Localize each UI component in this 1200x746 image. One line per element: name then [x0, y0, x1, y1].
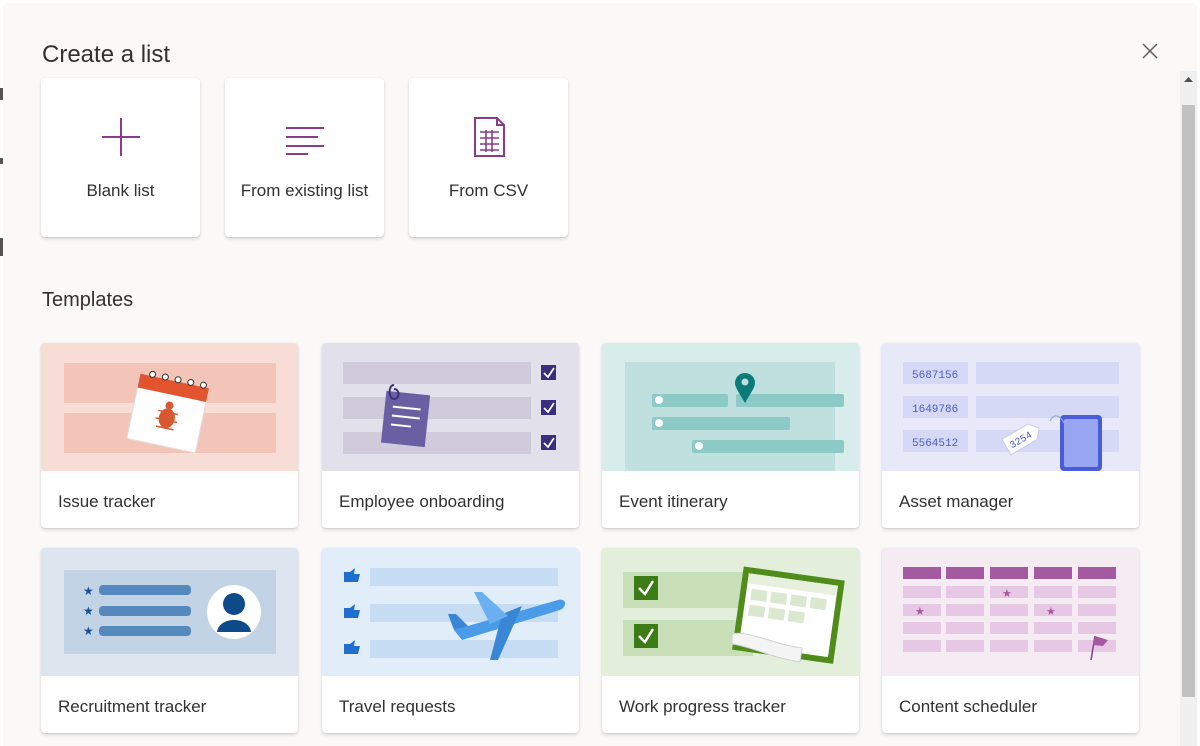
employee-onboarding-illustration	[322, 343, 579, 471]
from-existing-list-button[interactable]: From existing list	[225, 78, 384, 237]
svg-text:★: ★	[83, 604, 94, 618]
scrollbar-thumb[interactable]	[1182, 105, 1195, 697]
svg-text:★: ★	[915, 605, 925, 618]
create-list-dialog: Create a list Blank list From existing l…	[3, 3, 1197, 746]
svg-text:★: ★	[1002, 587, 1012, 600]
blank-list-button[interactable]: Blank list	[41, 78, 200, 237]
template-recruitment-tracker[interactable]: ★ ★ ★ Recruitment tracker	[41, 548, 298, 733]
template-label: Employee onboarding	[339, 492, 505, 511]
asset-id-text: 1649786	[912, 404, 958, 416]
template-event-itinerary[interactable]: Event itinerary	[602, 343, 859, 528]
svg-text:★: ★	[1046, 605, 1056, 618]
event-itinerary-illustration	[602, 343, 859, 471]
blank-list-label: Blank list	[86, 181, 155, 200]
template-label: Asset manager	[899, 492, 1014, 511]
plus-icon	[101, 118, 140, 156]
template-label: Recruitment tracker	[58, 697, 207, 716]
issue-tracker-illustration	[41, 343, 298, 471]
content-scheduler-illustration: ★ ★ ★	[882, 548, 1139, 676]
template-employee-onboarding[interactable]: Employee onboarding	[322, 343, 579, 528]
template-asset-manager[interactable]: 5687156 1649786 5564512 3254 Asset manag…	[882, 343, 1139, 528]
asset-id-text: 5687156	[912, 370, 958, 382]
close-icon[interactable]	[1139, 40, 1161, 62]
svg-text:★: ★	[83, 584, 94, 598]
from-csv-button[interactable]: From CSV	[409, 78, 568, 237]
template-label: Issue tracker	[58, 492, 156, 511]
travel-requests-illustration	[322, 548, 579, 676]
template-issue-tracker[interactable]: Issue tracker	[41, 343, 298, 528]
asset-manager-illustration: 5687156 1649786 5564512 3254	[882, 343, 1139, 471]
template-label: Travel requests	[339, 697, 456, 716]
svg-text:★: ★	[83, 624, 94, 638]
from-csv-label: From CSV	[448, 181, 529, 200]
from-existing-list-label: From existing list	[240, 181, 369, 200]
template-label: Content scheduler	[899, 697, 1037, 716]
work-progress-tracker-illustration	[602, 548, 859, 676]
template-work-progress-tracker[interactable]: Work progress tracker	[602, 548, 859, 733]
template-label: Work progress tracker	[619, 697, 786, 716]
csv-document-icon	[473, 117, 505, 157]
dialog-title: Create a list	[42, 41, 171, 68]
recruitment-tracker-illustration: ★ ★ ★	[41, 548, 298, 676]
template-travel-requests[interactable]: Travel requests	[322, 548, 579, 733]
list-lines-icon	[285, 127, 324, 155]
vertical-scrollbar[interactable]	[1180, 71, 1197, 746]
scroll-up-arrow-icon[interactable]	[1180, 71, 1197, 88]
asset-id-text: 5564512	[912, 438, 958, 450]
templates-heading: Templates	[42, 289, 134, 311]
template-content-scheduler[interactable]: ★ ★ ★ Content scheduler	[882, 548, 1139, 733]
template-label: Event itinerary	[619, 492, 728, 511]
